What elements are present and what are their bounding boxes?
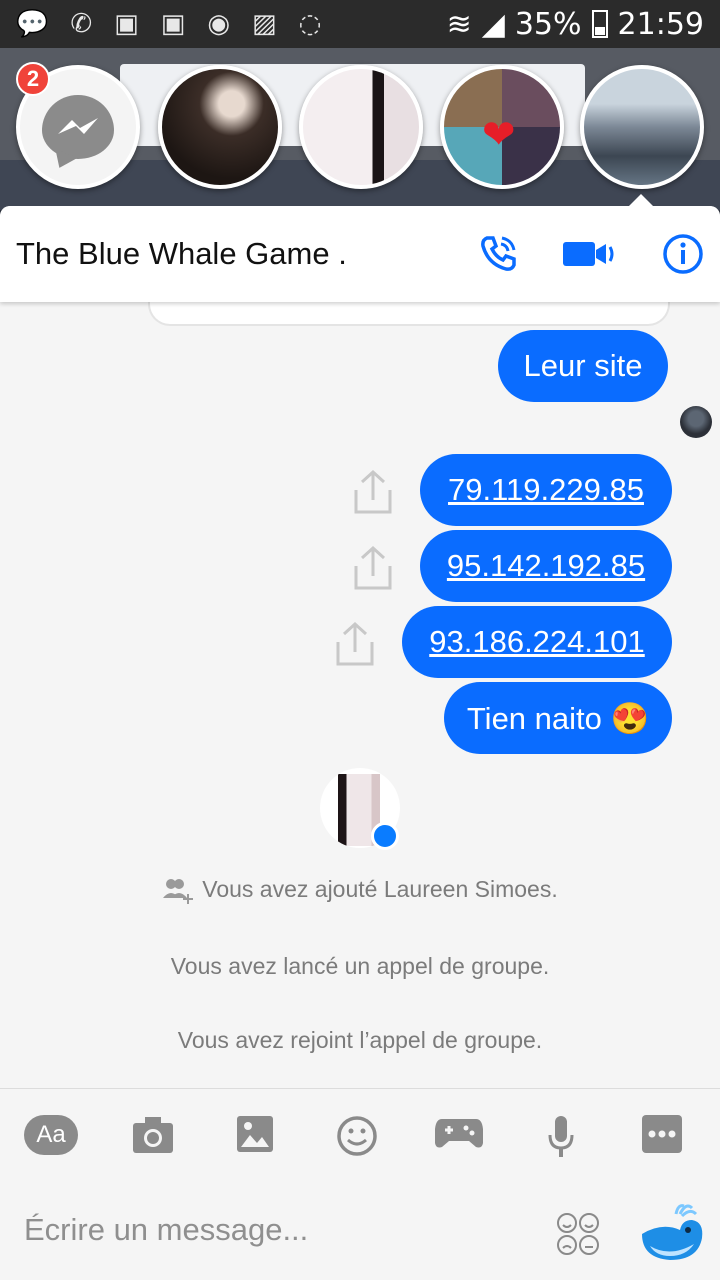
message-bubble[interactable]: Tien naito 😍: [444, 682, 672, 754]
system-message: Vous avez lancé un appel de groupe.: [170, 953, 550, 979]
add-person-icon: [163, 879, 194, 904]
chat-head-contact[interactable]: [158, 65, 282, 189]
status-bar: 💬 ✆ ▣ ▣ ◉ ▨ ◌ ≋ ◢ 35% 21:59: [0, 0, 720, 48]
messenger-icon: 💬: [16, 9, 49, 39]
sync-icon: ◌: [298, 9, 322, 39]
link-message-bubble[interactable]: 79.119.229.85: [420, 454, 672, 526]
battery-icon: [591, 10, 608, 38]
heart-icon: ❤: [482, 113, 516, 157]
chat-head-active-group[interactable]: [580, 65, 704, 189]
composer: Écrire un message...: [0, 1184, 720, 1280]
video-call-icon[interactable]: [562, 238, 618, 270]
voice-call-icon[interactable]: [478, 234, 518, 274]
conversation-title[interactable]: The Blue Whale Game .: [16, 236, 347, 272]
messenger-icon: [42, 95, 114, 159]
message-input[interactable]: Écrire un message...: [24, 1212, 308, 1248]
link-message-bubble[interactable]: 95.142.192.85: [420, 530, 672, 602]
messenger-badge-icon: [371, 822, 399, 850]
conversation-panel: The Blue Whale Game . Leur site 79.119.2…: [0, 206, 720, 1280]
whale-emoji-icon[interactable]: [636, 1200, 706, 1266]
conversation-header: The Blue Whale Game .: [0, 206, 720, 302]
share-icon[interactable]: [352, 468, 394, 516]
system-message: Vous avez rejoint l’appel de groupe.: [177, 1027, 543, 1053]
link-message-bubble[interactable]: 93.186.224.101: [402, 606, 672, 678]
gallery-icon: ▨: [252, 9, 277, 39]
facebook-icon: ▣: [114, 9, 139, 39]
game-icon[interactable]: [434, 1115, 484, 1151]
info-icon[interactable]: [662, 233, 704, 275]
chat-head-contact[interactable]: [299, 65, 423, 189]
phone-icon: ✆: [70, 9, 93, 39]
system-message-text: Vous avez ajouté Laureen Simoes.: [202, 876, 558, 903]
emoji-icon[interactable]: [336, 1115, 378, 1157]
video-icon: ◉: [207, 9, 231, 39]
signal-icon: ◢: [481, 6, 505, 42]
more-icon[interactable]: [642, 1115, 682, 1153]
facebook-icon: ▣: [160, 9, 186, 39]
text-format-button[interactable]: Aa: [24, 1115, 78, 1155]
clock: 21:59: [617, 6, 704, 42]
system-message: Vous avez ajouté Laureen Simoes.: [0, 876, 720, 906]
camera-icon[interactable]: [132, 1115, 174, 1155]
composer-toolbar: Aa: [0, 1088, 720, 1184]
avatar[interactable]: [680, 406, 712, 438]
message-bubble[interactable]: Leur site: [498, 330, 668, 402]
battery-percent: 35%: [514, 6, 582, 42]
share-icon[interactable]: [352, 544, 394, 592]
gallery-icon[interactable]: [236, 1115, 274, 1153]
stickers-icon[interactable]: [556, 1212, 600, 1256]
active-head-pointer: [627, 194, 655, 208]
wifi-icon: ≋: [446, 6, 472, 42]
share-icon[interactable]: [334, 620, 376, 668]
microphone-icon[interactable]: [548, 1115, 574, 1159]
notification-icons: 💬 ✆ ▣ ▣ ◉ ▨ ◌: [16, 9, 321, 39]
unread-badge: 2: [16, 62, 50, 96]
